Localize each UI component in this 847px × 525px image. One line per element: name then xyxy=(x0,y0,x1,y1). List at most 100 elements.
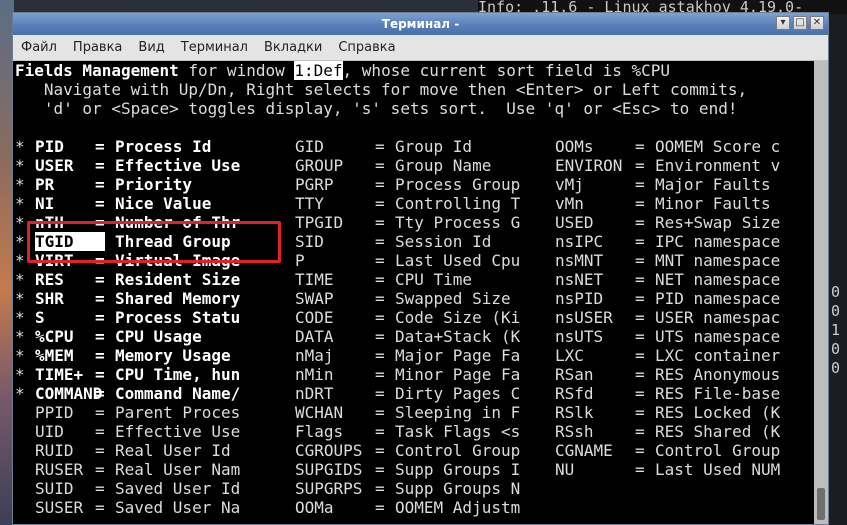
field-name[interactable]: USER xyxy=(35,156,74,175)
field-description: Resident Size xyxy=(115,270,241,289)
field-name[interactable]: nDRT xyxy=(295,384,334,403)
minimize-button[interactable]: ▾ xyxy=(776,16,790,30)
field-name[interactable]: OOMs xyxy=(555,137,594,156)
field-name[interactable]: PGRP xyxy=(295,175,334,194)
field-equals: = xyxy=(95,327,105,346)
field-name[interactable]: P xyxy=(295,251,305,270)
menu-file[interactable]: Файл xyxy=(13,40,65,55)
field-description: Swapped Size xyxy=(395,289,511,308)
desktop-background-window xyxy=(828,0,847,525)
field-description: Group Id xyxy=(395,137,473,156)
field-equals: = xyxy=(95,422,105,441)
field-name[interactable]: GROUP xyxy=(295,156,343,175)
field-description: Control Group xyxy=(655,441,781,460)
menu-terminal[interactable]: Терминал xyxy=(173,40,256,55)
field-name[interactable]: %CPU xyxy=(35,327,74,346)
field-equals: = xyxy=(95,270,105,289)
field-enabled-mark: * xyxy=(15,156,25,175)
scrollbar-thumb[interactable] xyxy=(817,488,825,520)
field-name[interactable]: ENVIRON xyxy=(555,156,622,175)
field-description: Real User Nam xyxy=(115,460,241,479)
field-name[interactable]: vMj xyxy=(555,175,584,194)
field-name[interactable]: COMMAND xyxy=(35,384,102,403)
field-name[interactable]: USED xyxy=(555,213,594,232)
field-name[interactable]: vMn xyxy=(555,194,584,213)
field-description: LXC container xyxy=(655,346,781,365)
field-name[interactable]: SUID xyxy=(35,479,74,498)
field-name[interactable]: CGNAME xyxy=(555,441,613,460)
scrollbar[interactable] xyxy=(814,61,828,524)
field-name[interactable]: DATA xyxy=(295,327,334,346)
field-equals: = xyxy=(635,346,645,365)
field-name[interactable]: NI xyxy=(35,194,54,213)
maximize-button[interactable]: □ xyxy=(793,16,807,30)
field-name[interactable]: nsIPC xyxy=(555,232,603,251)
title-bar[interactable]: Терминал - ▾ □ ✕ xyxy=(13,13,828,35)
field-name[interactable]: SUPGRPS xyxy=(295,479,362,498)
field-description: Command Name/ xyxy=(115,384,241,403)
field-name[interactable]: RUSER xyxy=(35,460,83,479)
background-number: 0 xyxy=(831,359,841,377)
field-description: Minor Faults xyxy=(655,194,771,213)
field-name[interactable]: TIME xyxy=(295,270,334,289)
field-name[interactable]: RSlk xyxy=(555,403,594,422)
field-name[interactable]: TPGID xyxy=(295,213,343,232)
field-name[interactable]: UID xyxy=(35,422,64,441)
menu-edit[interactable]: Правка xyxy=(65,40,130,55)
field-description: Group Name xyxy=(395,156,492,175)
field-name[interactable]: nsNET xyxy=(555,270,603,289)
field-name[interactable]: SUPGIDS xyxy=(295,460,362,479)
field-name[interactable]: nMin xyxy=(295,365,334,384)
field-name[interactable]: TTY xyxy=(295,194,324,213)
field-name[interactable]: nsUSER xyxy=(555,308,613,327)
field-equals: = xyxy=(635,422,645,441)
field-name[interactable]: RSfd xyxy=(555,384,594,403)
field-name[interactable]: nsPID xyxy=(555,289,603,308)
field-name[interactable]: S xyxy=(35,308,45,327)
field-description: Res+Swap Size xyxy=(655,213,781,232)
field-description: OOMEM Score c xyxy=(655,137,781,156)
field-equals: = xyxy=(635,289,645,308)
field-name[interactable]: PID xyxy=(35,137,64,156)
field-equals: = xyxy=(635,460,645,479)
field-name[interactable]: CGROUPS xyxy=(295,441,362,460)
field-description: CPU Time xyxy=(395,270,473,289)
field-name[interactable]: Flags xyxy=(295,422,343,441)
field-name[interactable]: SHR xyxy=(35,289,64,308)
field-name[interactable]: nsUTS xyxy=(555,327,603,346)
field-name[interactable]: PR xyxy=(35,175,54,194)
field-name[interactable]: LXC xyxy=(555,346,584,365)
field-name[interactable]: CODE xyxy=(295,308,334,327)
field-name[interactable]: RSsh xyxy=(555,422,594,441)
field-name[interactable]: SUSER xyxy=(35,498,83,517)
field-name[interactable]: GID xyxy=(295,137,324,156)
close-button[interactable]: ✕ xyxy=(810,16,824,30)
background-number: 0 xyxy=(831,340,841,358)
field-name[interactable]: nsMNT xyxy=(555,251,603,270)
field-description: Sleeping in F xyxy=(395,403,521,422)
field-name[interactable]: NU xyxy=(555,460,574,479)
field-name[interactable]: OOMa xyxy=(295,498,334,517)
field-name[interactable]: nMaj xyxy=(295,346,334,365)
field-name[interactable]: PPID xyxy=(35,403,74,422)
field-name[interactable]: %MEM xyxy=(35,346,74,365)
field-name[interactable]: SID xyxy=(295,232,324,251)
field-name[interactable]: RES xyxy=(35,270,64,289)
terminal-output[interactable]: Fields Management for window 1:Def, whos… xyxy=(13,61,814,524)
field-description: RES Locked (K xyxy=(655,403,781,422)
menu-help[interactable]: Справка xyxy=(330,40,403,55)
field-name[interactable]: SWAP xyxy=(295,289,334,308)
field-name[interactable]: RSan xyxy=(555,365,594,384)
field-equals: = xyxy=(95,384,105,403)
field-description: Supp Groups I xyxy=(395,460,521,479)
field-name[interactable]: WCHAN xyxy=(295,403,343,422)
field-equals: = xyxy=(635,441,645,460)
field-name[interactable]: TIME+ xyxy=(35,365,83,384)
field-description: USER namespac xyxy=(655,308,781,327)
field-enabled-mark: * xyxy=(15,194,25,213)
field-description: NET namespace xyxy=(655,270,781,289)
menu-view[interactable]: Вид xyxy=(130,40,172,55)
field-equals: = xyxy=(375,308,385,327)
menu-tabs[interactable]: Вкладки xyxy=(256,40,330,55)
field-name[interactable]: RUID xyxy=(35,441,74,460)
